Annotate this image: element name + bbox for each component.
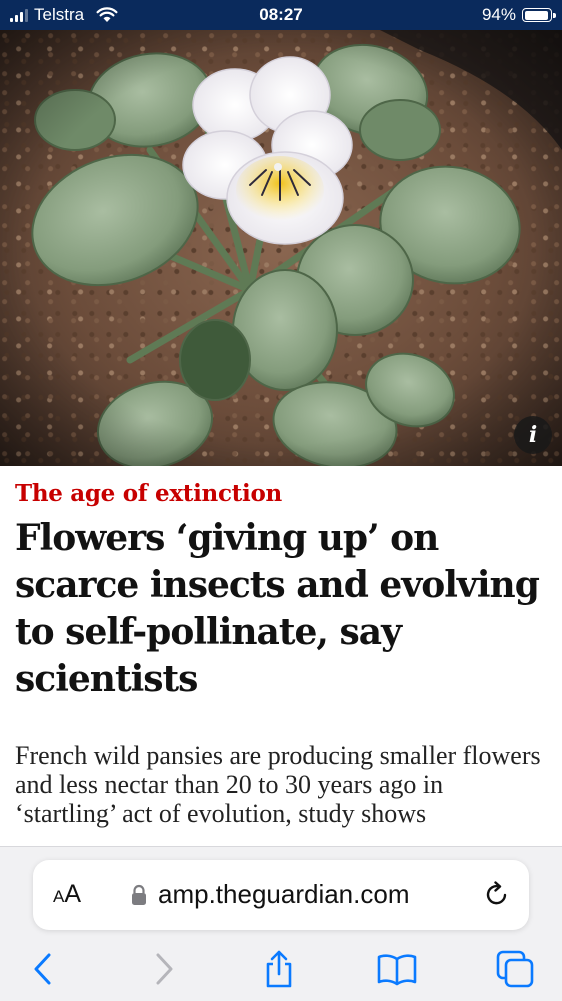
- battery-percent: 94%: [481, 5, 516, 24]
- status-right: 94%: [481, 5, 556, 25]
- status-bar: Telstra 08:27 94%: [0, 0, 562, 30]
- share-button[interactable]: [257, 947, 301, 991]
- lock-icon: [132, 884, 146, 905]
- share-icon: [266, 950, 292, 988]
- aa-small-label: A: [53, 887, 65, 906]
- battery-icon: [522, 8, 556, 22]
- article-headline: Flowers ‘giving up’ on scarce insects an…: [15, 517, 540, 700]
- image-info-button[interactable]: i: [514, 416, 552, 454]
- hero-image: i: [0, 30, 562, 466]
- bookmarks-button[interactable]: [375, 947, 419, 991]
- tabs-button[interactable]: [493, 947, 537, 991]
- browser-toolbar: [0, 947, 562, 991]
- back-icon: [34, 953, 51, 985]
- aa-large-label: A: [64, 880, 82, 908]
- article-standfirst: French wild pansies are producing smalle…: [15, 741, 541, 828]
- bookmarks-icon: [377, 954, 417, 986]
- forward-button[interactable]: [142, 947, 186, 991]
- tabs-icon: [496, 950, 534, 988]
- address-bar[interactable]: AA amp.theguardian.com: [33, 860, 529, 930]
- reader-aa-button[interactable]: AA: [53, 880, 81, 909]
- url-text[interactable]: amp.theguardian.com: [158, 879, 409, 910]
- pansy-photo: [0, 30, 562, 466]
- clock: 08:27: [259, 5, 303, 24]
- back-button[interactable]: [21, 947, 65, 991]
- forward-icon: [156, 953, 173, 985]
- browser-chrome: AA amp.theguardian.com: [0, 846, 562, 1001]
- series-kicker[interactable]: The age of extinction: [15, 480, 282, 507]
- reload-icon[interactable]: [483, 880, 511, 908]
